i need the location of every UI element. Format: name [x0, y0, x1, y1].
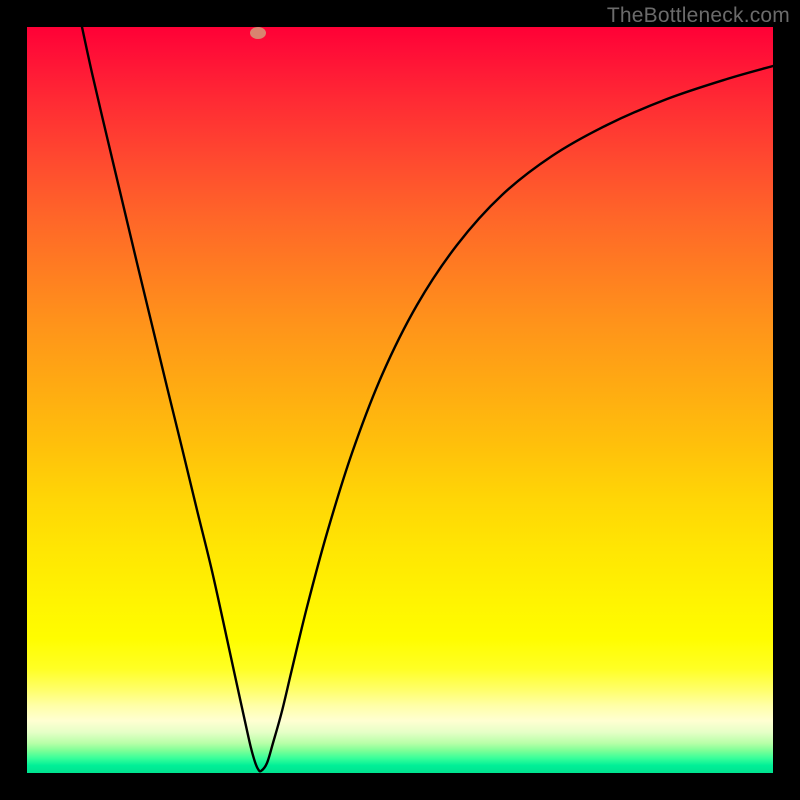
plot-area	[27, 27, 773, 773]
optimal-point-marker	[250, 27, 266, 39]
bottleneck-curve	[82, 27, 773, 771]
curve-svg	[27, 27, 773, 773]
watermark-text: TheBottleneck.com	[607, 4, 790, 28]
chart-frame: TheBottleneck.com	[0, 0, 800, 800]
